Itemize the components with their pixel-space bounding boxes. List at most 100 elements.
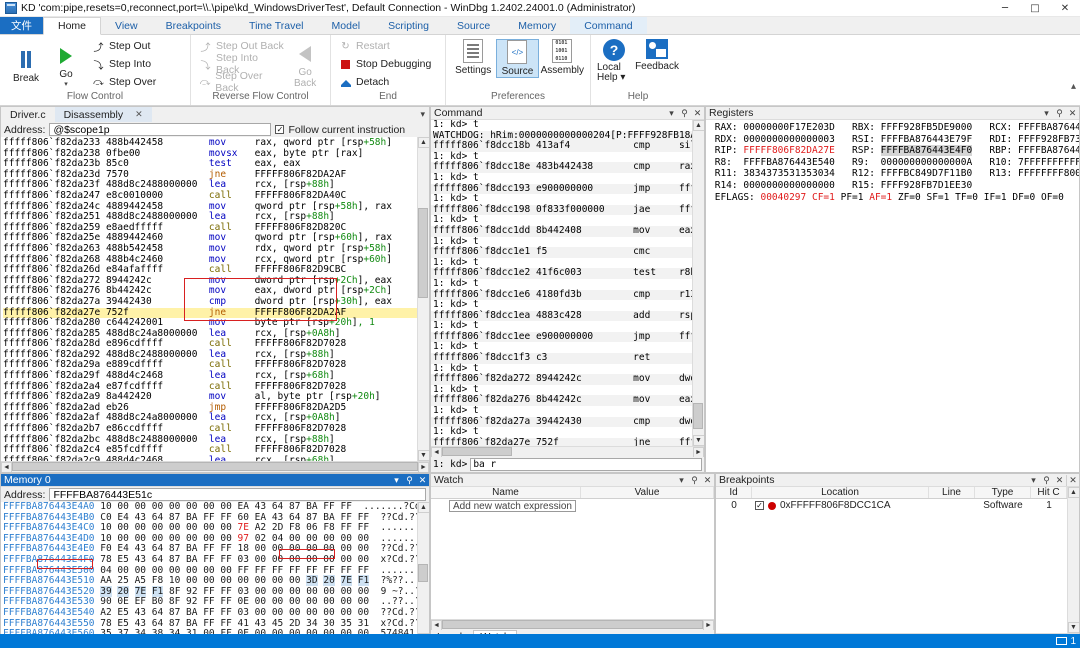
- chevron-down-icon[interactable]: ▾: [665, 108, 678, 119]
- feedback-button[interactable]: Feedback: [635, 39, 679, 72]
- scroll-up-icon[interactable]: ▲: [418, 137, 430, 148]
- stop-debugging-button[interactable]: Stop Debugging: [337, 56, 433, 73]
- disassembly-code-area[interactable]: fffff806`f82da233 488b442458 mov rax, qw…: [1, 137, 417, 461]
- go-back-button[interactable]: Go Back: [286, 39, 324, 89]
- detach-button[interactable]: Detach: [337, 74, 433, 91]
- go-button[interactable]: Go ▾: [46, 41, 86, 88]
- disassembly-line[interactable]: fffff806`f82da2c9 488d4c2468 lea rcx, [r…: [3, 456, 417, 461]
- registers-list[interactable]: RAX: 00000000F17E203D RBX: FFFF928FB5DE9…: [706, 120, 1079, 472]
- pin-icon[interactable]: ⚲: [678, 108, 691, 119]
- table-row[interactable]: 0 ✓ 0xFFFFF806F8DCC1CA Software 1: [716, 499, 1067, 512]
- minimize-button[interactable]: ─: [990, 0, 1020, 17]
- address-input[interactable]: [49, 123, 271, 136]
- close-icon-extra[interactable]: ✕: [1066, 475, 1079, 486]
- watch-hscrollbar[interactable]: ◄ ►: [431, 619, 714, 630]
- close-icon[interactable]: ✕: [416, 475, 429, 486]
- ribbon-tab-breakpoints[interactable]: Breakpoints: [152, 17, 235, 34]
- register-value[interactable]: 7FFFFFFFFFFFFFFC: [1018, 157, 1079, 168]
- memory-address-input[interactable]: [49, 488, 426, 501]
- ribbon-tab-memory[interactable]: Memory: [504, 17, 570, 34]
- go-dropdown-icon[interactable]: ▾: [64, 80, 68, 88]
- maximize-button[interactable]: □: [1020, 0, 1050, 17]
- break-button[interactable]: Break: [6, 45, 46, 84]
- bp-col-location[interactable]: Location: [752, 487, 929, 498]
- settings-button[interactable]: Settings: [452, 39, 494, 76]
- register-value[interactable]: FFFFFFFF8000195C: [1018, 168, 1079, 179]
- register-value[interactable]: FFFF928FB5DE9000: [881, 122, 973, 133]
- command-output-list[interactable]: 1: kd> tWATCHDOG: hRim:0000000000000204[…: [431, 120, 692, 446]
- command-hscrollbar[interactable]: ◄ ►: [431, 446, 704, 457]
- chevron-up-icon[interactable]: ▴: [1071, 81, 1076, 92]
- register-value[interactable]: FFFFF806F82DA27E: [743, 145, 835, 156]
- add-watch-expression-row[interactable]: Add new watch expression: [449, 500, 576, 512]
- close-icon[interactable]: ✕: [691, 108, 704, 119]
- bp-col-line[interactable]: Line: [929, 487, 975, 498]
- scroll-left-icon[interactable]: ◄: [431, 447, 442, 458]
- ribbon-tab-file[interactable]: 文件: [0, 17, 43, 34]
- register-value[interactable]: FFFFBA876443E578: [1018, 122, 1079, 133]
- command-vscrollbar[interactable]: ▲ ▼: [692, 120, 704, 446]
- pin-icon[interactable]: ⚲: [1053, 108, 1066, 119]
- register-value[interactable]: FFFF928FB7334017: [1018, 134, 1079, 145]
- assembly-button[interactable]: 010110010110 Assembly: [541, 39, 584, 76]
- close-icon[interactable]: ✕: [1053, 475, 1066, 486]
- pin-icon[interactable]: ⚲: [403, 475, 416, 486]
- restart-button[interactable]: ↻ Restart: [337, 38, 433, 55]
- breakpoints-vscrollbar[interactable]: ▲ ▼: [1067, 487, 1079, 633]
- step-over-button[interactable]: ⤼ Step Over: [90, 74, 158, 91]
- chevron-down-icon[interactable]: ▾: [675, 475, 688, 486]
- memory-vscrollbar[interactable]: ▲ ▼: [417, 502, 429, 634]
- bp-enabled-checkbox[interactable]: ✓: [755, 501, 764, 510]
- bp-col-hits[interactable]: Hit C: [1031, 487, 1067, 498]
- close-button[interactable]: ✕: [1050, 0, 1080, 17]
- eflags-value[interactable]: 00040297: [760, 192, 806, 203]
- register-value[interactable]: 00000000F17E203D: [743, 122, 835, 133]
- memory-row[interactable]: FFFFBA876443E560 35 37 34 38 34 31 00 FF…: [3, 629, 417, 634]
- step-out-button[interactable]: ⤴ Step Out: [90, 38, 158, 55]
- ribbon-tab-source[interactable]: Source: [443, 17, 504, 34]
- scroll-right-icon[interactable]: ►: [703, 620, 714, 631]
- memory-dump-area[interactable]: FFFFBA876443E4A0 10 00 00 00 00 00 00 00…: [1, 502, 417, 634]
- close-icon[interactable]: ✕: [701, 475, 714, 486]
- chevron-down-icon[interactable]: ▾: [390, 475, 403, 486]
- register-value[interactable]: FFFFBA876443E4F0: [881, 145, 973, 156]
- chevron-down-icon[interactable]: ▾: [1027, 475, 1040, 486]
- scroll-down-icon[interactable]: ▼: [693, 435, 705, 446]
- register-value[interactable]: 0000000000000000: [743, 180, 835, 191]
- ribbon-tab-command[interactable]: Command: [570, 17, 646, 34]
- command-input[interactable]: ba r: [470, 458, 702, 471]
- scroll-up-icon[interactable]: ▲: [1068, 487, 1080, 498]
- register-value[interactable]: 000000000000000A: [881, 157, 973, 168]
- bp-col-type[interactable]: Type: [975, 487, 1031, 498]
- tab-driver-c[interactable]: Driver.c: [1, 107, 55, 122]
- register-value[interactable]: FFFF928FB7D1EE30: [881, 180, 973, 191]
- source-button[interactable]: </> Source: [496, 39, 538, 78]
- close-icon[interactable]: ✕: [135, 109, 143, 120]
- bp-col-id[interactable]: Id: [716, 487, 752, 498]
- register-value[interactable]: FFFFBA876443EA60: [1018, 145, 1079, 156]
- watch-col-name[interactable]: Name: [431, 487, 581, 498]
- watch-col-value[interactable]: Value: [581, 487, 714, 498]
- scroll-left-icon[interactable]: ◄: [1, 462, 12, 473]
- register-value[interactable]: FFFFBA876443E540: [743, 157, 835, 168]
- register-value[interactable]: 0000000000000003: [743, 134, 835, 145]
- ribbon-tab-scripting[interactable]: Scripting: [374, 17, 443, 34]
- ribbon-tab-model[interactable]: Model: [318, 17, 375, 34]
- scroll-up-icon[interactable]: ▲: [418, 502, 430, 513]
- pin-icon[interactable]: ⚲: [1040, 475, 1053, 486]
- chevron-down-icon[interactable]: ▾: [1040, 108, 1053, 119]
- register-value[interactable]: 3834373531353034: [743, 168, 835, 179]
- chevron-down-icon[interactable]: ▾: [420, 109, 425, 120]
- follow-checkbox[interactable]: ✓: [275, 125, 284, 134]
- disassembly-hscrollbar[interactable]: ◄ ►: [1, 461, 429, 472]
- scroll-down-icon[interactable]: ▼: [418, 450, 430, 461]
- ribbon-tab-home[interactable]: Home: [43, 17, 101, 35]
- ribbon-tab-view[interactable]: View: [101, 17, 152, 34]
- disassembly-vscrollbar[interactable]: ▲ ▼: [417, 137, 429, 461]
- step-into-button[interactable]: ⤵ Step Into: [90, 56, 158, 73]
- pin-icon[interactable]: ⚲: [688, 475, 701, 486]
- register-value[interactable]: FFFFBA876443E79F: [881, 134, 973, 145]
- close-icon[interactable]: ✕: [1066, 108, 1079, 119]
- scroll-right-icon[interactable]: ►: [418, 462, 429, 473]
- scroll-right-icon[interactable]: ►: [693, 447, 704, 458]
